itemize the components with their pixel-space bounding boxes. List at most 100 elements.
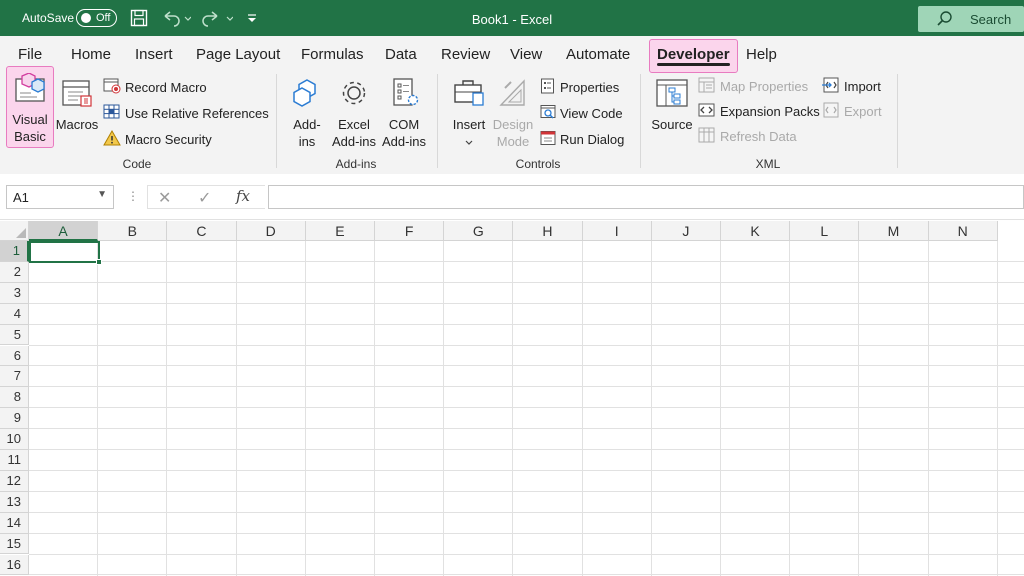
row-header-3[interactable]: 3 bbox=[0, 282, 29, 304]
enter-icon[interactable]: ✓ bbox=[198, 188, 211, 208]
tab-review[interactable]: Review bbox=[441, 46, 490, 63]
visual-basic-button[interactable]: Visual Basic bbox=[6, 66, 54, 148]
gridline bbox=[166, 241, 168, 576]
column-header-l[interactable]: L bbox=[790, 221, 860, 241]
row-header-1[interactable]: 1 bbox=[0, 241, 29, 262]
column-header-a[interactable]: A bbox=[29, 221, 99, 241]
active-cell[interactable] bbox=[29, 241, 102, 265]
import-button[interactable]: Import bbox=[822, 77, 881, 96]
gridline bbox=[581, 241, 583, 576]
source-button[interactable]: Source bbox=[650, 76, 694, 133]
tab-formulas[interactable]: Formulas bbox=[301, 46, 364, 63]
tab-page-layout[interactable]: Page Layout bbox=[196, 46, 280, 63]
group-label-add-ins: Add-ins bbox=[335, 157, 377, 171]
row-header-12[interactable]: 12 bbox=[0, 470, 29, 492]
row-header-4[interactable]: 4 bbox=[0, 303, 29, 325]
column-header-n[interactable]: N bbox=[928, 221, 998, 241]
row-header-6[interactable]: 6 bbox=[0, 345, 29, 367]
column-header-g[interactable]: G bbox=[444, 221, 514, 241]
chevron-down-icon[interactable]: ▼ bbox=[97, 189, 107, 200]
macros-button[interactable]: Macros bbox=[55, 76, 99, 133]
refresh-data-label: Refresh Data bbox=[720, 129, 797, 144]
excel-add-ins-button[interactable]: Excel Add-ins bbox=[331, 76, 377, 150]
column-header-b[interactable]: B bbox=[98, 221, 168, 241]
column-header-e[interactable]: E bbox=[305, 221, 375, 241]
search-box[interactable]: Search bbox=[918, 6, 1024, 32]
com-add-ins-button[interactable]: COM Add-ins bbox=[381, 76, 427, 150]
use-relative-references-button[interactable]: Use Relative References bbox=[103, 104, 269, 123]
record-macro-button[interactable]: Record Macro bbox=[103, 78, 207, 97]
column-header-m[interactable]: M bbox=[859, 221, 929, 241]
gridline bbox=[29, 323, 1024, 325]
row-header-7[interactable]: 7 bbox=[0, 366, 29, 388]
customize-qat-icon[interactable] bbox=[246, 8, 258, 28]
name-box-value: A1 bbox=[13, 190, 29, 205]
row-header-13[interactable]: 13 bbox=[0, 491, 29, 513]
expansion-packs-icon bbox=[698, 102, 716, 121]
tab-insert[interactable]: Insert bbox=[135, 46, 173, 63]
cancel-icon[interactable]: ✕ bbox=[158, 188, 171, 208]
more-options-icon[interactable]: ⋮ bbox=[127, 189, 139, 203]
column-header-d[interactable]: D bbox=[236, 221, 306, 241]
row-header-16[interactable]: 16 bbox=[0, 554, 29, 576]
gridline bbox=[29, 344, 1024, 346]
toolbox-icon bbox=[451, 78, 487, 112]
column-header-h[interactable]: H bbox=[513, 221, 583, 241]
refresh-icon bbox=[698, 127, 716, 146]
tab-help[interactable]: Help bbox=[746, 46, 777, 63]
row-header-15[interactable]: 15 bbox=[0, 533, 29, 555]
worksheet-grid[interactable]: A B C D E F G H I J K L M N 1 2 3 4 5 6 7 8 9 10 11 12 13 14 15 16 bbox=[0, 221, 1024, 576]
row-header-8[interactable]: 8 bbox=[0, 387, 29, 409]
tab-file[interactable]: File bbox=[18, 46, 42, 63]
insert-control-label: Insert bbox=[452, 117, 486, 132]
record-macro-icon bbox=[103, 78, 121, 97]
tab-developer[interactable]: Developer bbox=[649, 39, 738, 73]
insert-function-icon[interactable]: fx bbox=[236, 187, 250, 205]
redo-icon[interactable] bbox=[201, 8, 233, 28]
column-header-k[interactable]: K bbox=[721, 221, 791, 241]
expansion-packs-button[interactable]: Expansion Packs bbox=[698, 102, 820, 121]
map-properties-button[interactable]: Map Properties bbox=[698, 77, 808, 96]
formula-input[interactable] bbox=[268, 185, 1024, 209]
row-header-14[interactable]: 14 bbox=[0, 512, 29, 534]
macro-security-button[interactable]: Macro Security bbox=[103, 129, 212, 149]
row-header-10[interactable]: 10 bbox=[0, 429, 29, 450]
fill-handle[interactable] bbox=[96, 259, 102, 265]
design-mode-button[interactable]: Design Mode bbox=[492, 76, 534, 150]
use-relative-references-label: Use Relative References bbox=[125, 106, 269, 121]
refresh-data-button[interactable]: Refresh Data bbox=[698, 127, 797, 146]
gridline bbox=[789, 241, 791, 576]
column-header-j[interactable]: J bbox=[651, 221, 721, 241]
tab-view[interactable]: View bbox=[510, 46, 542, 63]
gridline bbox=[29, 532, 1024, 534]
select-all-button[interactable] bbox=[0, 221, 29, 241]
run-dialog-button[interactable]: Run Dialog bbox=[540, 130, 624, 149]
column-header-c[interactable]: C bbox=[167, 221, 237, 241]
gridline bbox=[927, 241, 929, 576]
export-button[interactable]: Export bbox=[822, 102, 882, 121]
xml-source-icon bbox=[650, 78, 694, 112]
tab-automate[interactable]: Automate bbox=[566, 46, 630, 63]
save-icon[interactable] bbox=[130, 8, 148, 28]
row-header-2[interactable]: 2 bbox=[0, 261, 29, 283]
tab-data[interactable]: Data bbox=[385, 46, 417, 63]
warning-icon bbox=[103, 129, 121, 149]
autosave-state: Off bbox=[96, 12, 111, 24]
relative-references-icon bbox=[103, 104, 121, 123]
autosave-toggle[interactable]: Off bbox=[76, 9, 117, 27]
properties-button[interactable]: Properties bbox=[540, 78, 619, 97]
column-header-f[interactable]: F bbox=[375, 221, 445, 241]
gridline bbox=[29, 449, 1024, 450]
undo-icon[interactable] bbox=[161, 8, 191, 28]
insert-control-button[interactable]: Insert bbox=[451, 76, 487, 150]
group-separator bbox=[897, 74, 898, 168]
row-header-11[interactable]: 11 bbox=[0, 450, 29, 471]
row-header-9[interactable]: 9 bbox=[0, 408, 29, 430]
name-box[interactable]: A1 ▼ bbox=[6, 185, 114, 209]
row-header-5[interactable]: 5 bbox=[0, 324, 29, 346]
column-header-i[interactable]: I bbox=[582, 221, 652, 241]
view-code-button[interactable]: View Code bbox=[540, 104, 623, 123]
tab-home[interactable]: Home bbox=[71, 46, 111, 63]
com-add-ins-label-2: Add-ins bbox=[381, 134, 427, 149]
add-ins-button[interactable]: Add- ins bbox=[288, 76, 326, 150]
